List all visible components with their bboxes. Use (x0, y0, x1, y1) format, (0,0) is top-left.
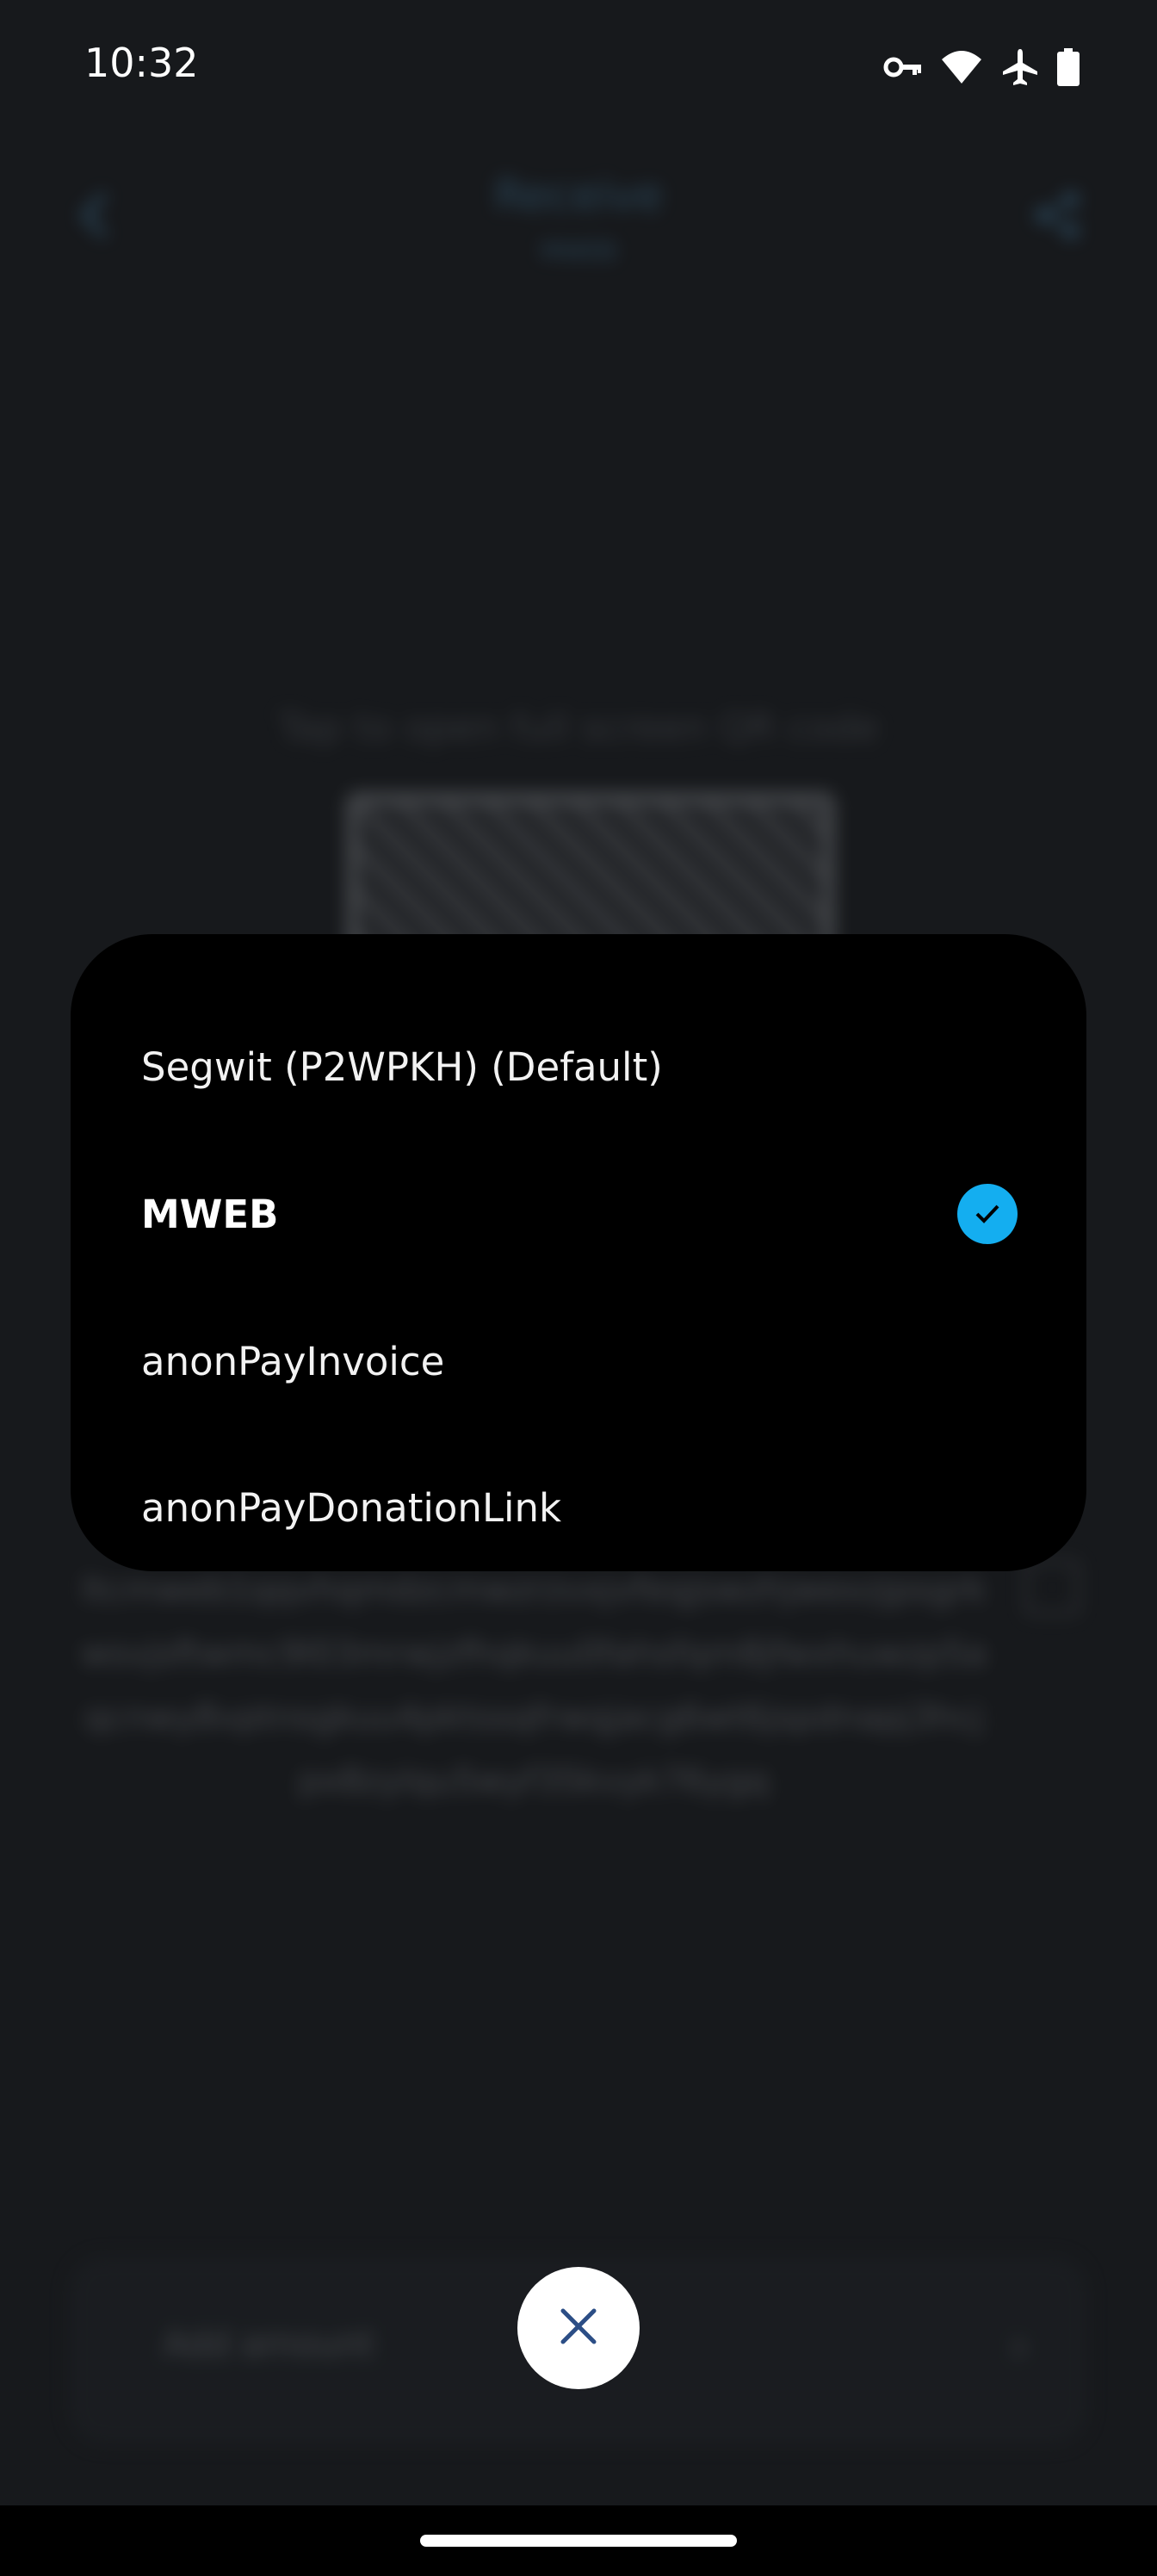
address-type-picker: Segwit (P2WPKH) (Default) MWEB anonPayIn… (71, 934, 1086, 1571)
option-label: anonPayDonationLink (141, 1484, 562, 1531)
page-subtitle: MWEB (540, 237, 617, 265)
option-label: MWEB (141, 1191, 279, 1237)
option-label: anonPayInvoice (141, 1338, 445, 1384)
wifi-icon (940, 49, 983, 85)
option-mweb[interactable]: MWEB (141, 1180, 278, 1248)
option-anonpay-invoice[interactable]: anonPayInvoice (141, 1327, 444, 1396)
option-segwit[interactable]: Segwit (P2WPKH) (Default) (141, 1032, 663, 1101)
status-icons (883, 43, 1080, 91)
status-time: 10:32 (84, 40, 199, 86)
close-button[interactable] (517, 2267, 640, 2389)
qr-hint: Tap to open full screen QR code (278, 706, 879, 750)
amount-label: Add amount (164, 2325, 374, 2364)
option-anonpay-donation-link[interactable]: anonPayDonationLink (141, 1473, 561, 1542)
copy-icon (1024, 1560, 1080, 1615)
share-icon (1031, 189, 1083, 241)
address-text: ltcmweb1qqvhqmdzcmwzrzvxjvfeqjswzhjwexzj… (81, 1570, 987, 1801)
option-label: Segwit (P2WPKH) (Default) (141, 1043, 663, 1090)
page-title: Receive (494, 170, 663, 220)
vpn-key-icon (883, 54, 923, 80)
close-icon (558, 2306, 599, 2350)
checkmark-icon (957, 1184, 1018, 1244)
chevron-right-icon: › (1011, 2321, 1028, 2371)
status-bar: 10:32 (0, 0, 1157, 129)
battery-icon (1057, 48, 1080, 86)
home-gesture-handle[interactable] (420, 2535, 737, 2547)
navigation-bar (0, 2505, 1157, 2576)
airplane-mode-icon (1000, 47, 1040, 87)
